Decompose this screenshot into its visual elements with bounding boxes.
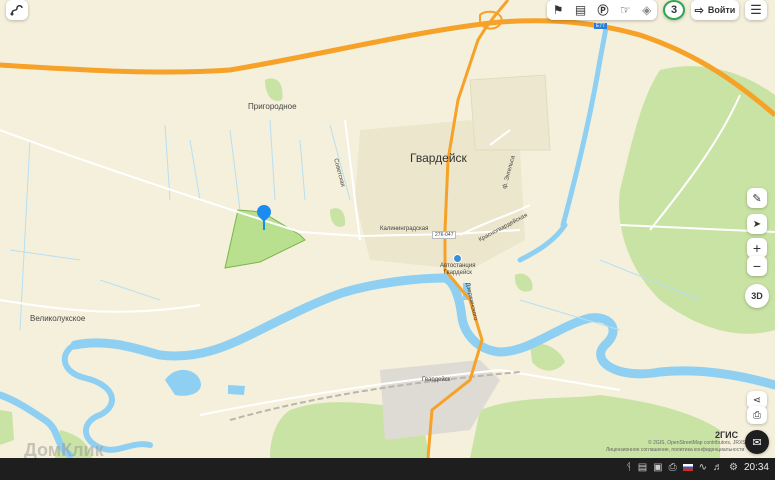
zoom-out-button[interactable]: − xyxy=(747,256,767,276)
files-icon[interactable]: ▣ xyxy=(653,462,662,473)
ruler-button[interactable]: ✎ xyxy=(747,188,767,208)
copyright-text: © 2GIS, OpenStreetMap contributors, JRXS xyxy=(648,440,746,446)
login-label: Войти xyxy=(707,5,736,15)
label-velikolukskoe: Великолукское xyxy=(30,314,86,323)
flag-ru-icon[interactable] xyxy=(682,464,693,471)
label-road-e77: Е77 xyxy=(594,23,607,29)
label-prigorodnoe: Пригородное xyxy=(248,102,297,111)
layers-icon[interactable]: ◈ xyxy=(642,3,651,17)
share-icon: ⋖ xyxy=(752,394,762,406)
menu-button[interactable]: ☰ xyxy=(745,0,767,20)
layers-toolbar: ⚑ ▤ Ⓟ ☞ ◈ xyxy=(547,0,657,20)
label-gvardeysk: Гвардейск xyxy=(410,151,467,165)
bus-station-icon[interactable] xyxy=(453,254,462,263)
gardens-area xyxy=(469,74,551,151)
clipboard-icon[interactable]: ▤ xyxy=(638,462,647,473)
printer-icon: ⎙ xyxy=(753,409,761,421)
navigation-arrow-icon: ➤ xyxy=(752,218,762,230)
route-icon xyxy=(10,5,23,16)
hamburger-icon: ☰ xyxy=(750,2,762,17)
print-button[interactable]: ⎙ xyxy=(747,406,767,424)
road-sign-icon[interactable]: ☞ xyxy=(620,3,631,17)
label-station: Гвардейск xyxy=(422,377,451,383)
ruler-icon: ✎ xyxy=(752,192,762,205)
system-tray: ᛩ ▤ ▣ ⎙ ∿ ♬ ⚙ 20:34 xyxy=(626,462,769,473)
routes-button[interactable] xyxy=(6,0,28,20)
location-pin-stem xyxy=(263,218,265,230)
grove-6 xyxy=(0,410,14,445)
label-street-kaliningradskaya: Калининградская xyxy=(380,226,429,232)
login-icon: ⇨ xyxy=(694,4,704,17)
map-canvas[interactable]: Пригородное Гвардейск Великолукское Кали… xyxy=(0,0,775,458)
label-road-27k: 27К-047 xyxy=(432,231,457,239)
label-bus-station-line1: Автостанция xyxy=(440,263,476,269)
transport-icon[interactable]: ▤ xyxy=(575,3,586,17)
zoom-in-button[interactable]: + xyxy=(747,238,767,258)
legal-link[interactable]: Лицензионное соглашение, политика конфид… xyxy=(606,447,744,453)
watermark-domclick: ДомКлик xyxy=(24,440,104,458)
system-taskbar: ᛩ ▤ ▣ ⎙ ∿ ♬ ⚙ 20:34 xyxy=(0,458,775,480)
chat-button[interactable]: ✉ xyxy=(745,430,769,454)
login-button[interactable]: ⇨ Войти xyxy=(691,0,739,20)
bluetooth-icon[interactable]: ᛩ xyxy=(626,462,632,473)
chat-icon: ✉ xyxy=(752,436,762,449)
volume-icon[interactable]: ♬ xyxy=(713,462,723,473)
pond xyxy=(228,385,245,395)
settings-icon[interactable]: ⚙ xyxy=(729,462,738,473)
traffic-icon[interactable]: ⚑ xyxy=(553,3,564,17)
label-bus-station: Автостанция Гвардейск xyxy=(440,263,475,277)
parking-icon[interactable]: Ⓟ xyxy=(598,2,609,18)
view-3d-button[interactable]: 3D xyxy=(745,284,769,308)
printer-tray-icon[interactable]: ⎙ xyxy=(669,462,677,473)
weather-badge[interactable]: 3 xyxy=(663,0,685,20)
brand-2gis: 2ГИС xyxy=(715,430,739,440)
my-location-button[interactable]: ➤ xyxy=(747,214,767,234)
wifi-icon[interactable]: ∿ xyxy=(699,462,707,473)
clock[interactable]: 20:34 xyxy=(744,462,769,473)
label-bus-station-line2: Гвардейск xyxy=(443,270,472,276)
